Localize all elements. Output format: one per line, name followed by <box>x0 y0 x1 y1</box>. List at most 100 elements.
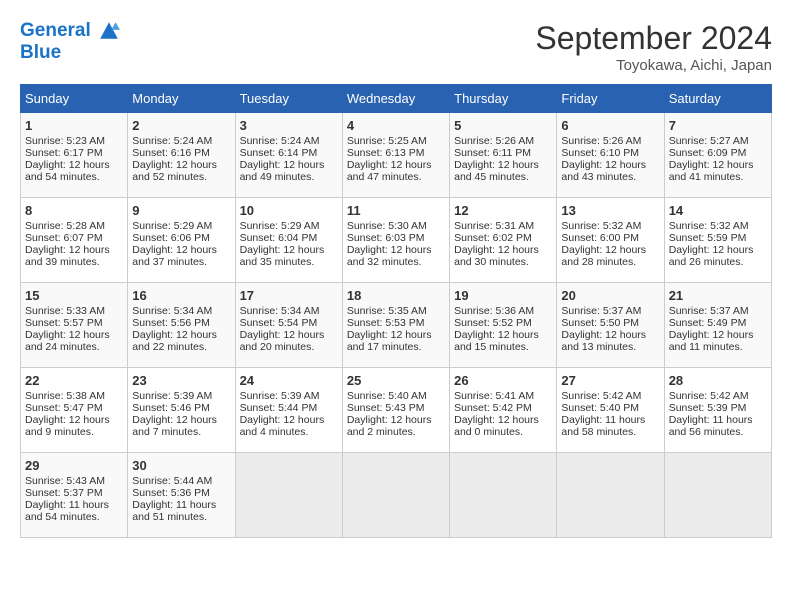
day-info-line: Sunrise: 5:37 AM <box>669 305 767 317</box>
logo-blue-text: Blue <box>20 42 120 64</box>
day-number: 5 <box>454 118 552 133</box>
day-number: 26 <box>454 373 552 388</box>
day-info-line: and 54 minutes. <box>25 171 123 183</box>
day-number: 18 <box>347 288 445 303</box>
day-info-line: Sunset: 6:13 PM <box>347 147 445 159</box>
calendar-cell: 10Sunrise: 5:29 AMSunset: 6:04 PMDayligh… <box>235 198 342 283</box>
calendar-cell: 25Sunrise: 5:40 AMSunset: 5:43 PMDayligh… <box>342 368 449 453</box>
day-info-line: Sunset: 5:46 PM <box>132 402 230 414</box>
calendar-cell: 4Sunrise: 5:25 AMSunset: 6:13 PMDaylight… <box>342 113 449 198</box>
calendar-cell: 17Sunrise: 5:34 AMSunset: 5:54 PMDayligh… <box>235 283 342 368</box>
calendar-cell: 9Sunrise: 5:29 AMSunset: 6:06 PMDaylight… <box>128 198 235 283</box>
calendar-cell: 5Sunrise: 5:26 AMSunset: 6:11 PMDaylight… <box>450 113 557 198</box>
day-header-wednesday: Wednesday <box>342 85 449 113</box>
day-info-line: Sunset: 6:04 PM <box>240 232 338 244</box>
day-info-line: and 54 minutes. <box>25 511 123 523</box>
day-info-line: Sunrise: 5:35 AM <box>347 305 445 317</box>
week-row-4: 22Sunrise: 5:38 AMSunset: 5:47 PMDayligh… <box>21 368 772 453</box>
day-info-line: Daylight: 12 hours <box>669 244 767 256</box>
day-number: 8 <box>25 203 123 218</box>
day-info-line: Daylight: 12 hours <box>240 414 338 426</box>
day-info-line: Daylight: 12 hours <box>25 244 123 256</box>
day-info-line: Sunrise: 5:39 AM <box>132 390 230 402</box>
day-info-line: Sunset: 5:54 PM <box>240 317 338 329</box>
day-info-line: Daylight: 12 hours <box>25 159 123 171</box>
day-info-line: Sunrise: 5:38 AM <box>25 390 123 402</box>
day-info-line: Sunrise: 5:24 AM <box>240 135 338 147</box>
day-info-line: Sunrise: 5:32 AM <box>561 220 659 232</box>
day-info-line: Daylight: 11 hours <box>561 414 659 426</box>
day-info-line: Sunset: 6:03 PM <box>347 232 445 244</box>
day-info-line: and 26 minutes. <box>669 256 767 268</box>
day-number: 13 <box>561 203 659 218</box>
day-info-line: Daylight: 12 hours <box>132 414 230 426</box>
day-info-line: Sunset: 5:42 PM <box>454 402 552 414</box>
day-info-line: Sunrise: 5:34 AM <box>240 305 338 317</box>
day-info-line: and 47 minutes. <box>347 171 445 183</box>
day-number: 15 <box>25 288 123 303</box>
day-info-line: Sunrise: 5:34 AM <box>132 305 230 317</box>
day-info-line: Sunset: 6:11 PM <box>454 147 552 159</box>
day-info-line: Sunset: 6:14 PM <box>240 147 338 159</box>
day-info-line: Sunset: 6:02 PM <box>454 232 552 244</box>
day-info-line: Daylight: 12 hours <box>240 159 338 171</box>
day-info-line: Sunrise: 5:42 AM <box>669 390 767 402</box>
day-info-line: Sunset: 6:16 PM <box>132 147 230 159</box>
day-info-line: Sunset: 5:50 PM <box>561 317 659 329</box>
day-info-line: Daylight: 11 hours <box>132 499 230 511</box>
day-info-line: Sunset: 6:07 PM <box>25 232 123 244</box>
day-info-line: Daylight: 12 hours <box>669 159 767 171</box>
day-info-line: Sunset: 5:40 PM <box>561 402 659 414</box>
day-info-line: and 22 minutes. <box>132 341 230 353</box>
day-info-line: Sunrise: 5:43 AM <box>25 475 123 487</box>
day-info-line: Sunset: 5:53 PM <box>347 317 445 329</box>
day-info-line: Sunrise: 5:39 AM <box>240 390 338 402</box>
day-info-line: Sunset: 5:52 PM <box>454 317 552 329</box>
day-info-line: Sunrise: 5:33 AM <box>25 305 123 317</box>
calendar-cell: 23Sunrise: 5:39 AMSunset: 5:46 PMDayligh… <box>128 368 235 453</box>
day-info-line: Daylight: 12 hours <box>240 244 338 256</box>
day-number: 11 <box>347 203 445 218</box>
title-block: September 2024 Toyokawa, Aichi, Japan <box>535 20 772 74</box>
day-header-sunday: Sunday <box>21 85 128 113</box>
day-info-line: Sunrise: 5:31 AM <box>454 220 552 232</box>
day-info-line: Daylight: 12 hours <box>454 414 552 426</box>
day-number: 24 <box>240 373 338 388</box>
calendar-cell: 15Sunrise: 5:33 AMSunset: 5:57 PMDayligh… <box>21 283 128 368</box>
day-info-line: Sunrise: 5:25 AM <box>347 135 445 147</box>
day-info-line: Sunset: 5:56 PM <box>132 317 230 329</box>
day-header-thursday: Thursday <box>450 85 557 113</box>
day-info-line: and 15 minutes. <box>454 341 552 353</box>
day-number: 19 <box>454 288 552 303</box>
day-info-line: Sunrise: 5:23 AM <box>25 135 123 147</box>
calendar-cell: 16Sunrise: 5:34 AMSunset: 5:56 PMDayligh… <box>128 283 235 368</box>
day-header-friday: Friday <box>557 85 664 113</box>
day-info-line: Sunrise: 5:27 AM <box>669 135 767 147</box>
day-number: 27 <box>561 373 659 388</box>
day-info-line: Sunset: 6:10 PM <box>561 147 659 159</box>
day-info-line: Sunrise: 5:37 AM <box>561 305 659 317</box>
day-info-line: and 28 minutes. <box>561 256 659 268</box>
day-info-line: Sunset: 5:57 PM <box>25 317 123 329</box>
day-info-line: Daylight: 12 hours <box>454 244 552 256</box>
day-info-line: and 37 minutes. <box>132 256 230 268</box>
day-header-monday: Monday <box>128 85 235 113</box>
day-info-line: and 20 minutes. <box>240 341 338 353</box>
day-info-line: Sunrise: 5:44 AM <box>132 475 230 487</box>
day-info-line: and 49 minutes. <box>240 171 338 183</box>
day-info-line: Daylight: 11 hours <box>25 499 123 511</box>
day-info-line: Sunset: 5:47 PM <box>25 402 123 414</box>
day-header-tuesday: Tuesday <box>235 85 342 113</box>
day-info-line: Daylight: 11 hours <box>669 414 767 426</box>
day-info-line: Daylight: 12 hours <box>347 244 445 256</box>
day-info-line: Sunset: 6:17 PM <box>25 147 123 159</box>
day-info-line: Daylight: 12 hours <box>561 159 659 171</box>
day-info-line: Daylight: 12 hours <box>347 159 445 171</box>
calendar-cell: 12Sunrise: 5:31 AMSunset: 6:02 PMDayligh… <box>450 198 557 283</box>
day-info-line: and 51 minutes. <box>132 511 230 523</box>
calendar-cell: 20Sunrise: 5:37 AMSunset: 5:50 PMDayligh… <box>557 283 664 368</box>
day-info-line: Sunset: 6:00 PM <box>561 232 659 244</box>
calendar-cell: 14Sunrise: 5:32 AMSunset: 5:59 PMDayligh… <box>664 198 771 283</box>
day-info-line: and 0 minutes. <box>454 426 552 438</box>
day-number: 3 <box>240 118 338 133</box>
